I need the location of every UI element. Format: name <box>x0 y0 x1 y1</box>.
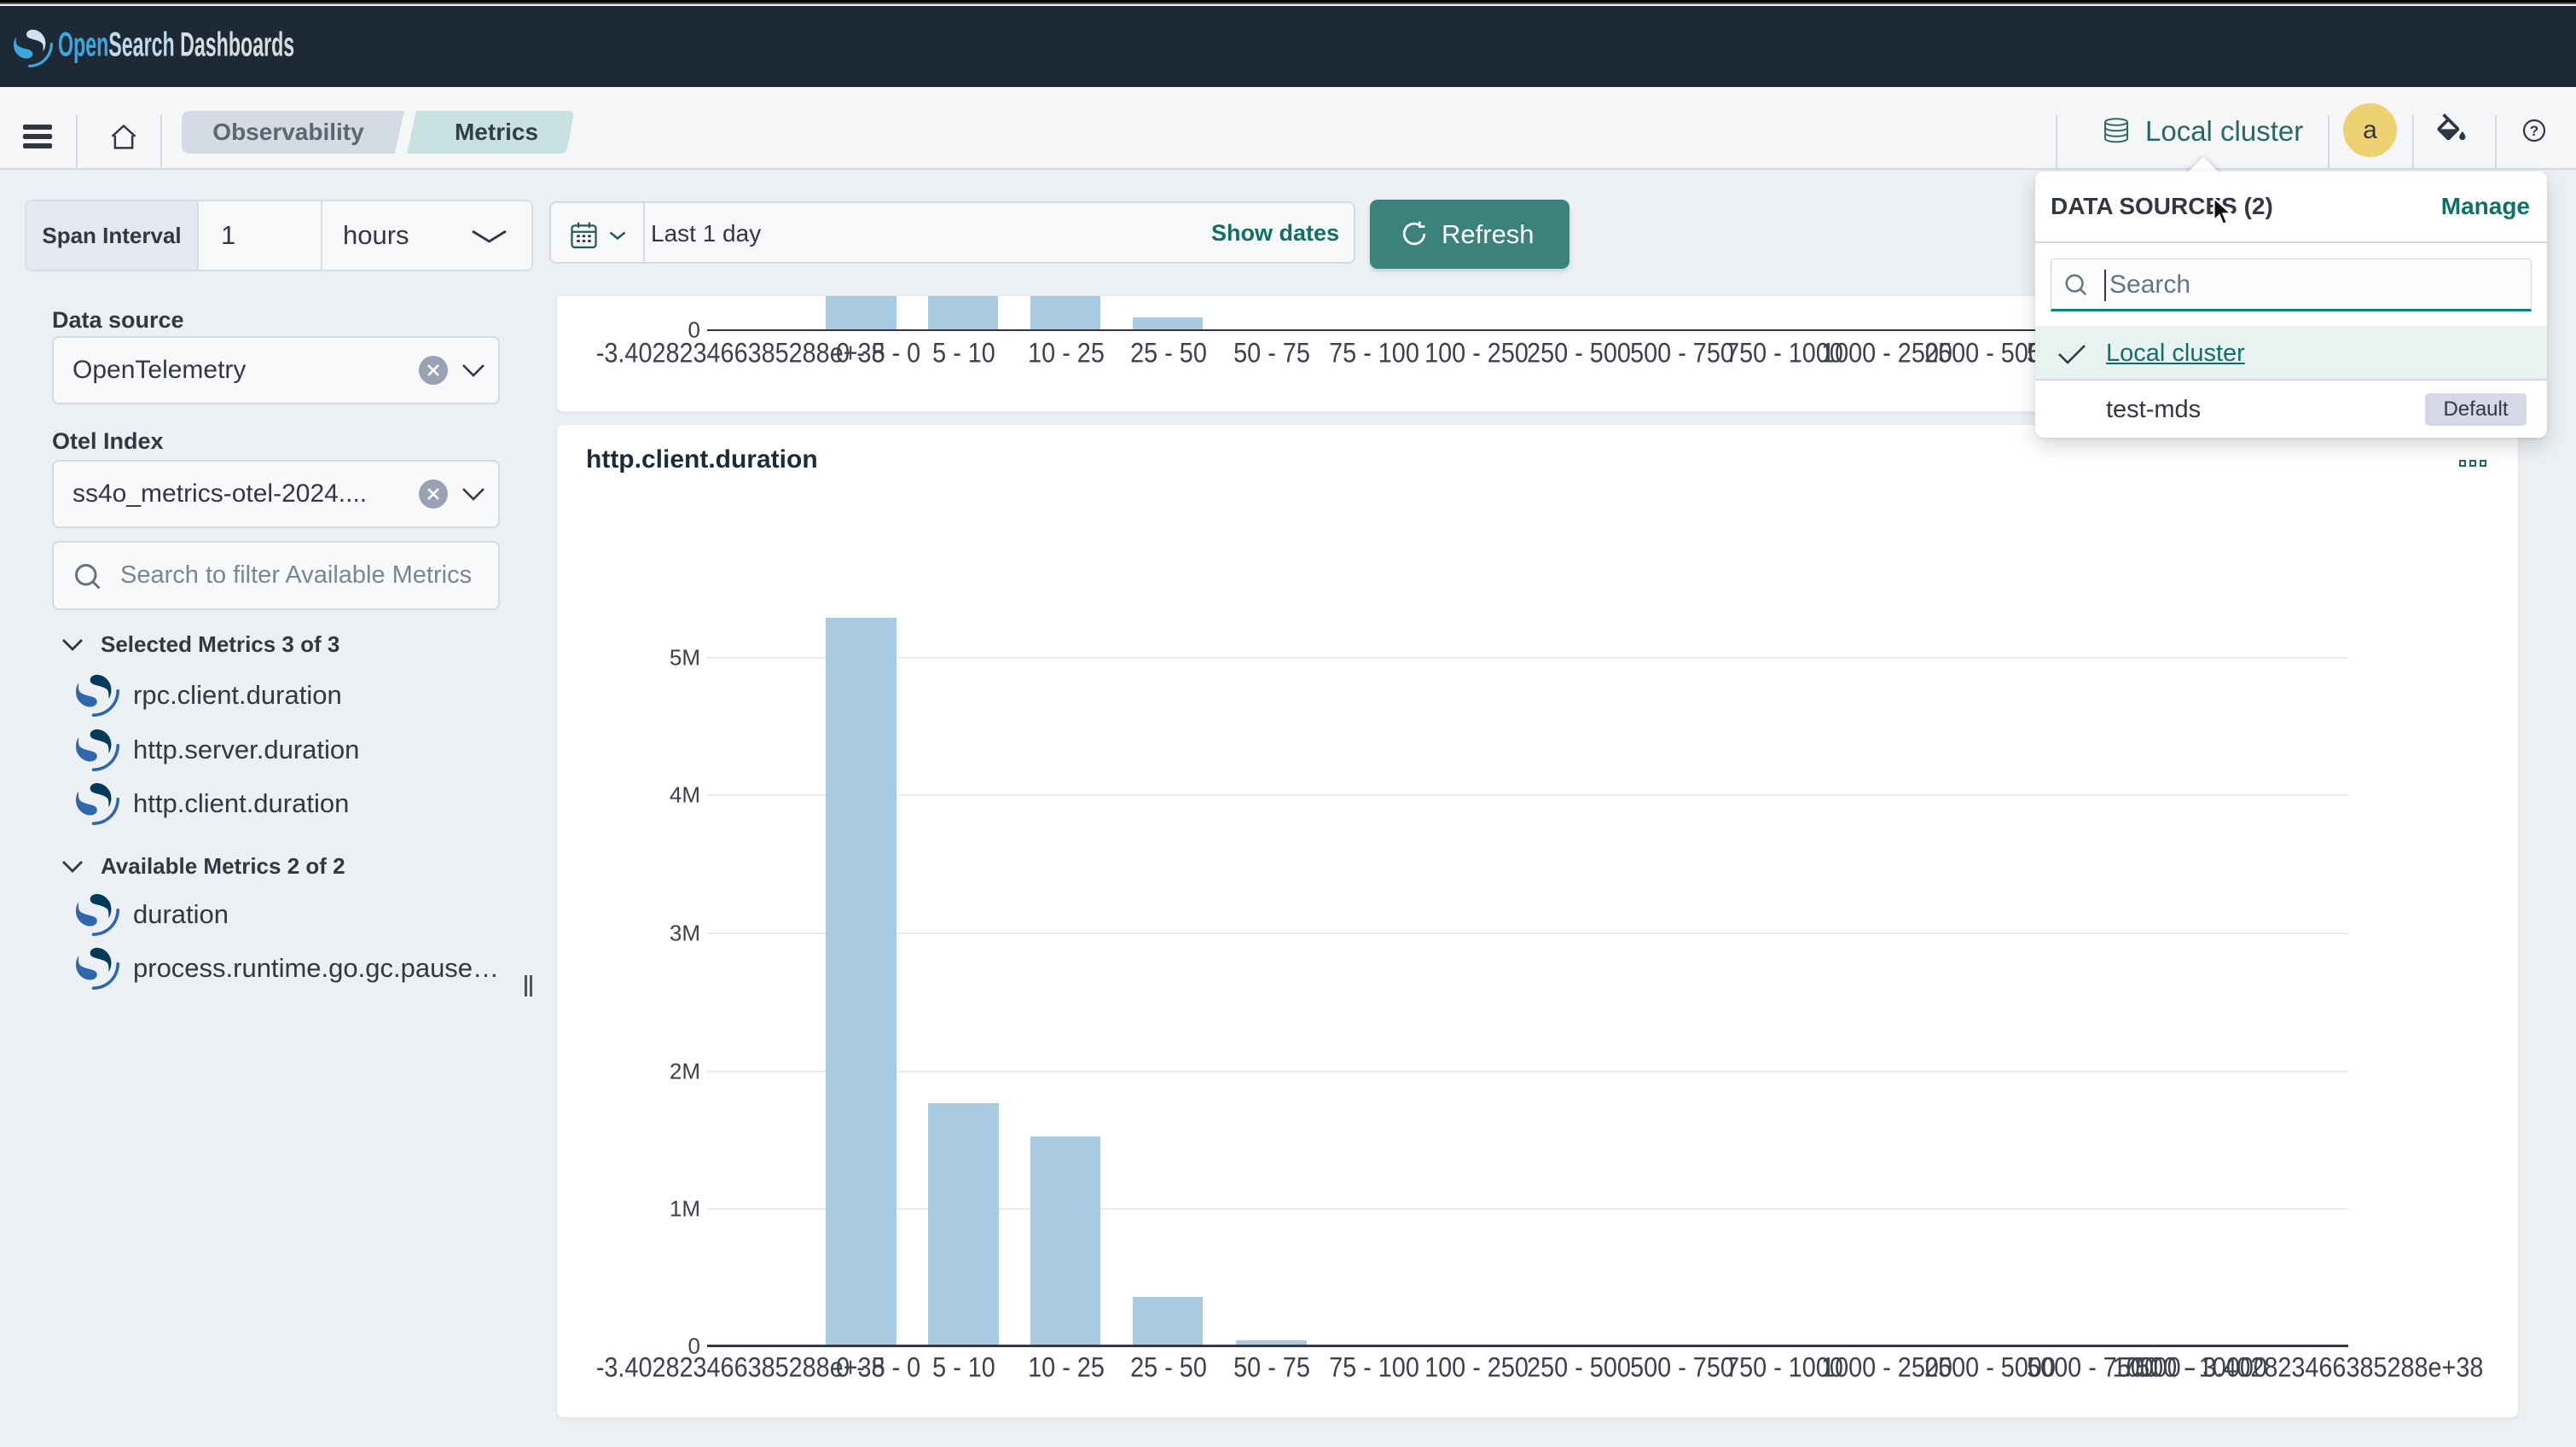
svg-text:?: ? <box>2530 123 2538 139</box>
